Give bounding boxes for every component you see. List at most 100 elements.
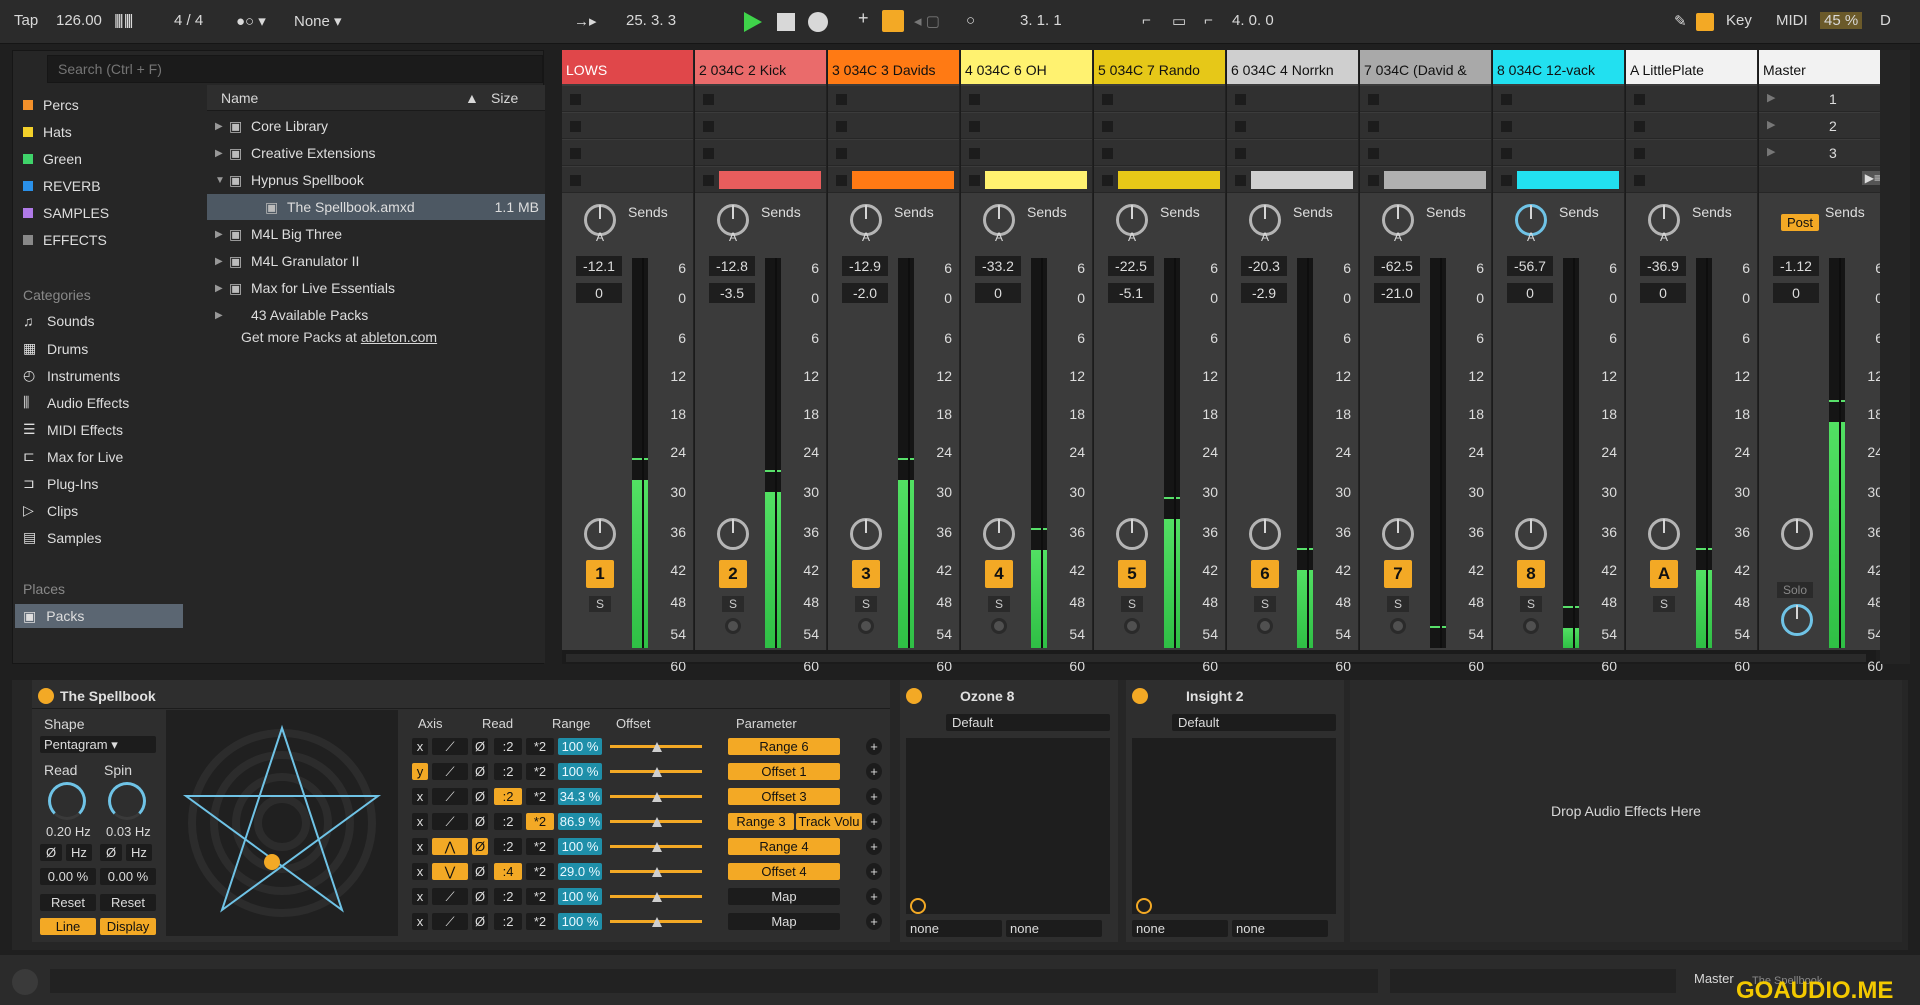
tap-tempo-button[interactable]: Tap	[14, 12, 38, 29]
disclosure-icon[interactable]: ▶	[215, 148, 229, 159]
offset-handle-icon[interactable]	[652, 767, 662, 777]
clip[interactable]	[1251, 171, 1353, 189]
fader-track[interactable]	[775, 258, 777, 648]
insight-sidechain-icon[interactable]	[1136, 898, 1152, 914]
clip-slot[interactable]	[1227, 113, 1358, 139]
clip[interactable]	[1118, 171, 1220, 189]
arrangement-toggle-icon[interactable]	[12, 969, 38, 995]
clip-stop-icon[interactable]	[1634, 94, 1645, 105]
clip-stop-icon[interactable]	[1501, 94, 1512, 105]
clip[interactable]	[1517, 171, 1619, 189]
pan-field[interactable]: -3.5	[709, 283, 755, 303]
clip[interactable]	[852, 171, 954, 189]
clip-slot[interactable]	[1094, 86, 1225, 112]
arm-button[interactable]	[991, 618, 1007, 634]
draw-mode-icon[interactable]: ✎	[1674, 12, 1687, 30]
solo-cue-button[interactable]: Solo	[1777, 582, 1813, 598]
range-field[interactable]: 100 %	[558, 838, 602, 855]
clip-slot[interactable]	[1493, 86, 1624, 112]
pan-knob[interactable]	[1249, 518, 1281, 550]
clip-slot[interactable]	[961, 140, 1092, 166]
category-item[interactable]: ▷ Clips	[23, 502, 78, 519]
search-input[interactable]	[47, 55, 543, 83]
track-title[interactable]: 6 034C 4 Norrkn	[1227, 50, 1358, 84]
track-activator-button[interactable]: 8	[1517, 560, 1545, 588]
arm-button[interactable]	[858, 618, 874, 634]
clip-stop-icon[interactable]	[703, 94, 714, 105]
file-row[interactable]: ▶ ▣ M4L Big Three	[207, 221, 545, 247]
parameter-map-button[interactable]: Offset 3	[728, 788, 840, 805]
scene-launch-icon[interactable]: ▶	[1767, 91, 1775, 104]
read-rate-dial[interactable]	[48, 782, 86, 820]
clip-stop-icon[interactable]	[1235, 94, 1246, 105]
clip-stop-icon[interactable]	[1102, 121, 1113, 132]
clip-stop-icon[interactable]	[969, 148, 980, 159]
ozone-on-icon[interactable]	[906, 688, 922, 704]
multiply-button[interactable]: *2	[526, 763, 554, 780]
clip[interactable]	[719, 171, 821, 189]
fader-track[interactable]	[1706, 258, 1708, 648]
fader-track[interactable]	[908, 258, 910, 648]
ozone-input-select[interactable]: none	[906, 920, 1002, 937]
ozone-output-select[interactable]: none	[1006, 920, 1102, 937]
insight-output-select[interactable]: none	[1232, 920, 1328, 937]
category-item[interactable]: ▦ Drums	[23, 340, 88, 357]
axis-toggle[interactable]: x	[412, 813, 428, 830]
invert-button[interactable]: Ø	[472, 838, 488, 855]
track-title[interactable]: LOWS	[562, 50, 693, 84]
clip-slot[interactable]	[562, 86, 693, 112]
collection-item[interactable]: EFFECTS	[23, 232, 107, 248]
pan-knob[interactable]	[1515, 518, 1547, 550]
pan-field[interactable]: 0	[1507, 283, 1553, 303]
solo-button[interactable]: S	[1653, 596, 1675, 612]
disclosure-icon[interactable]: ▶	[215, 121, 229, 132]
volume-field[interactable]: -12.8	[709, 256, 755, 276]
track-title[interactable]: 4 034C 6 OH	[961, 50, 1092, 84]
divide-button[interactable]: :2	[494, 913, 522, 930]
volume-field[interactable]: -56.7	[1507, 256, 1553, 276]
range-field[interactable]: 86.9 %	[558, 813, 602, 830]
clip[interactable]	[985, 171, 1087, 189]
read-hz-button[interactable]: Hz	[66, 844, 92, 861]
solo-button[interactable]: S	[1254, 596, 1276, 612]
overdub-icon[interactable]: +	[858, 8, 869, 29]
spin-rate-dial[interactable]	[108, 782, 146, 820]
disclosure-open-icon[interactable]: ▼	[215, 175, 229, 186]
axis-toggle[interactable]: x	[412, 838, 428, 855]
clip-stop-icon[interactable]	[836, 94, 847, 105]
spin-phase-button[interactable]: Ø	[100, 844, 122, 861]
parameter-map-button[interactable]: Offset 1	[728, 763, 840, 780]
arm-button[interactable]	[725, 618, 741, 634]
read-reset-button[interactable]: Reset	[40, 894, 96, 911]
pentagram-display[interactable]	[166, 710, 398, 936]
drop-zone[interactable]: Drop Audio Effects Here	[1350, 680, 1902, 942]
clip-stop-icon[interactable]	[969, 121, 980, 132]
divide-button[interactable]: :2	[494, 788, 522, 805]
category-item[interactable]: ♫ Sounds	[23, 313, 94, 329]
capture-icon[interactable]: ○	[966, 12, 975, 29]
clip-slot[interactable]: ▶ 3	[1759, 140, 1890, 166]
volume-field[interactable]: -12.9	[842, 256, 888, 276]
parameter-map-button-2[interactable]: Track Volu	[796, 813, 862, 830]
insight-preset[interactable]: Default	[1172, 714, 1336, 731]
ozone-sidechain-icon[interactable]	[910, 898, 926, 914]
offset-handle-icon[interactable]	[652, 842, 662, 852]
sort-arrow-icon[interactable]: ▲	[465, 90, 479, 106]
multiply-button[interactable]: *2	[526, 813, 554, 830]
clip-slot[interactable]	[1626, 140, 1757, 166]
name-column-header[interactable]: Name	[221, 90, 258, 106]
solo-button[interactable]: S	[1387, 596, 1409, 612]
spin-reset-button[interactable]: Reset	[100, 894, 156, 911]
read-phase-button[interactable]: Ø	[40, 844, 62, 861]
axis-toggle[interactable]: x	[412, 738, 428, 755]
clip-slot[interactable]	[695, 113, 826, 139]
arm-button[interactable]	[1390, 618, 1406, 634]
category-item[interactable]: ◴ Instruments	[23, 367, 120, 384]
cue-volume-knob[interactable]	[1781, 604, 1813, 636]
volume-field[interactable]: -36.9	[1640, 256, 1686, 276]
arm-button[interactable]	[1124, 618, 1140, 634]
axis-toggle[interactable]: x	[412, 888, 428, 905]
volume-field[interactable]: -1.12	[1773, 256, 1819, 276]
clip-stop-icon[interactable]	[836, 121, 847, 132]
track-activator-button[interactable]: 3	[852, 560, 880, 588]
